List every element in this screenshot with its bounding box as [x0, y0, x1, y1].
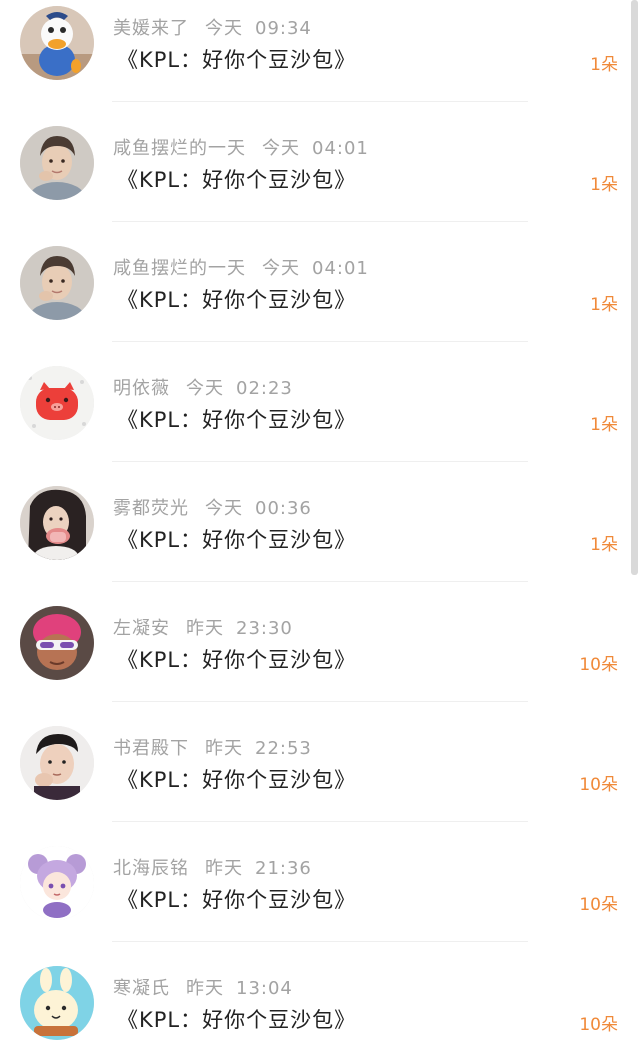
- date-label: 今天: [205, 18, 243, 39]
- author-line: 北海辰铭 昨天 21:36: [113, 854, 312, 880]
- list-item[interactable]: 寒凝氏 昨天 13:04 《KPL：好你个豆沙包》 10朵: [0, 960, 628, 1043]
- flower-count: 10朵: [579, 1015, 618, 1035]
- scrollbar[interactable]: [631, 0, 638, 575]
- date-label: 昨天: [205, 858, 243, 879]
- timestamp: 09:34: [255, 18, 312, 39]
- divider: [112, 461, 528, 462]
- author-name[interactable]: 明依薇: [113, 378, 170, 399]
- timestamp: 21:36: [255, 858, 312, 879]
- man-avatar-icon[interactable]: [20, 726, 94, 800]
- pig-avatar-icon[interactable]: [20, 366, 94, 440]
- person-avatar-icon[interactable]: [20, 126, 94, 200]
- flower-count: 1朵: [590, 415, 618, 435]
- timestamp: 02:23: [236, 378, 293, 399]
- message-text[interactable]: 《KPL：好你个豆沙包》: [117, 644, 356, 674]
- author-name[interactable]: 左凝安: [113, 618, 170, 639]
- divider: [112, 701, 528, 702]
- timestamp: 22:53: [255, 738, 312, 759]
- author-line: 书君殿下 昨天 22:53: [113, 734, 312, 760]
- flower-count: 1朵: [590, 55, 618, 75]
- author-name[interactable]: 寒凝氏: [113, 978, 170, 999]
- divider: [112, 341, 528, 342]
- date-label: 今天: [262, 138, 300, 159]
- author-line: 左凝安 昨天 23:30: [113, 614, 293, 640]
- cartoon-avatar-icon[interactable]: [20, 606, 94, 680]
- list-item[interactable]: 北海辰铭 昨天 21:36 《KPL：好你个豆沙包》 10朵: [0, 840, 628, 960]
- author-name[interactable]: 书君殿下: [113, 738, 189, 759]
- list-item[interactable]: 咸鱼摆烂的一天 今天 04:01 《KPL：好你个豆沙包》 1朵: [0, 120, 628, 240]
- date-label: 今天: [262, 258, 300, 279]
- list-item[interactable]: 书君殿下 昨天 22:53 《KPL：好你个豆沙包》 10朵: [0, 720, 628, 840]
- flower-count: 10朵: [579, 895, 618, 915]
- timestamp: 04:01: [312, 258, 369, 279]
- flower-count: 1朵: [590, 535, 618, 555]
- timestamp: 00:36: [255, 498, 312, 519]
- date-label: 昨天: [205, 738, 243, 759]
- timestamp: 13:04: [236, 978, 293, 999]
- author-name[interactable]: 北海辰铭: [113, 858, 189, 879]
- anime-girl-avatar-icon[interactable]: [20, 846, 94, 920]
- author-name[interactable]: 雾都荧光: [113, 498, 189, 519]
- timestamp: 04:01: [312, 138, 369, 159]
- message-text[interactable]: 《KPL：好你个豆沙包》: [117, 404, 356, 434]
- date-label: 昨天: [186, 978, 224, 999]
- author-name[interactable]: 咸鱼摆烂的一天: [113, 258, 246, 279]
- divider: [112, 101, 528, 102]
- timestamp: 23:30: [236, 618, 293, 639]
- author-name[interactable]: 美媛来了: [113, 18, 189, 39]
- message-text[interactable]: 《KPL：好你个豆沙包》: [117, 884, 356, 914]
- message-text[interactable]: 《KPL：好你个豆沙包》: [117, 1004, 356, 1034]
- message-text[interactable]: 《KPL：好你个豆沙包》: [117, 44, 356, 74]
- list-item[interactable]: 左凝安 昨天 23:30 《KPL：好你个豆沙包》 10朵: [0, 600, 628, 720]
- divider: [112, 821, 528, 822]
- flower-count: 10朵: [579, 655, 618, 675]
- list-item[interactable]: 咸鱼摆烂的一天 今天 04:01 《KPL：好你个豆沙包》 1朵: [0, 240, 628, 360]
- author-line: 明依薇 今天 02:23: [113, 374, 293, 400]
- date-label: 今天: [186, 378, 224, 399]
- flower-count: 10朵: [579, 775, 618, 795]
- author-line: 美媛来了 今天 09:34: [113, 14, 312, 40]
- message-list: 美媛来了 今天 09:34 《KPL：好你个豆沙包》 1朵 咸鱼摆烂的一天 今天 04:…: [0, 0, 640, 1043]
- author-line: 咸鱼摆烂的一天 今天 04:01: [113, 254, 369, 280]
- list-item[interactable]: 美媛来了 今天 09:34 《KPL：好你个豆沙包》 1朵: [0, 0, 628, 120]
- author-line: 寒凝氏 昨天 13:04: [113, 974, 293, 1000]
- date-label: 昨天: [186, 618, 224, 639]
- divider: [112, 221, 528, 222]
- girl-avatar-icon[interactable]: [20, 486, 94, 560]
- author-line: 雾都荧光 今天 00:36: [113, 494, 312, 520]
- divider: [112, 581, 528, 582]
- flower-count: 1朵: [590, 295, 618, 315]
- list-item[interactable]: 雾都荧光 今天 00:36 《KPL：好你个豆沙包》 1朵: [0, 480, 628, 600]
- bunny-avatar-icon[interactable]: [20, 966, 94, 1040]
- duck-avatar-icon[interactable]: [20, 6, 94, 80]
- list-item[interactable]: 明依薇 今天 02:23 《KPL：好你个豆沙包》 1朵: [0, 360, 628, 480]
- message-text[interactable]: 《KPL：好你个豆沙包》: [117, 284, 356, 314]
- message-text[interactable]: 《KPL：好你个豆沙包》: [117, 764, 356, 794]
- date-label: 今天: [205, 498, 243, 519]
- author-name[interactable]: 咸鱼摆烂的一天: [113, 138, 246, 159]
- author-line: 咸鱼摆烂的一天 今天 04:01: [113, 134, 369, 160]
- person-avatar-icon[interactable]: [20, 246, 94, 320]
- message-text[interactable]: 《KPL：好你个豆沙包》: [117, 164, 356, 194]
- message-text[interactable]: 《KPL：好你个豆沙包》: [117, 524, 356, 554]
- flower-count: 1朵: [590, 175, 618, 195]
- divider: [112, 941, 528, 942]
